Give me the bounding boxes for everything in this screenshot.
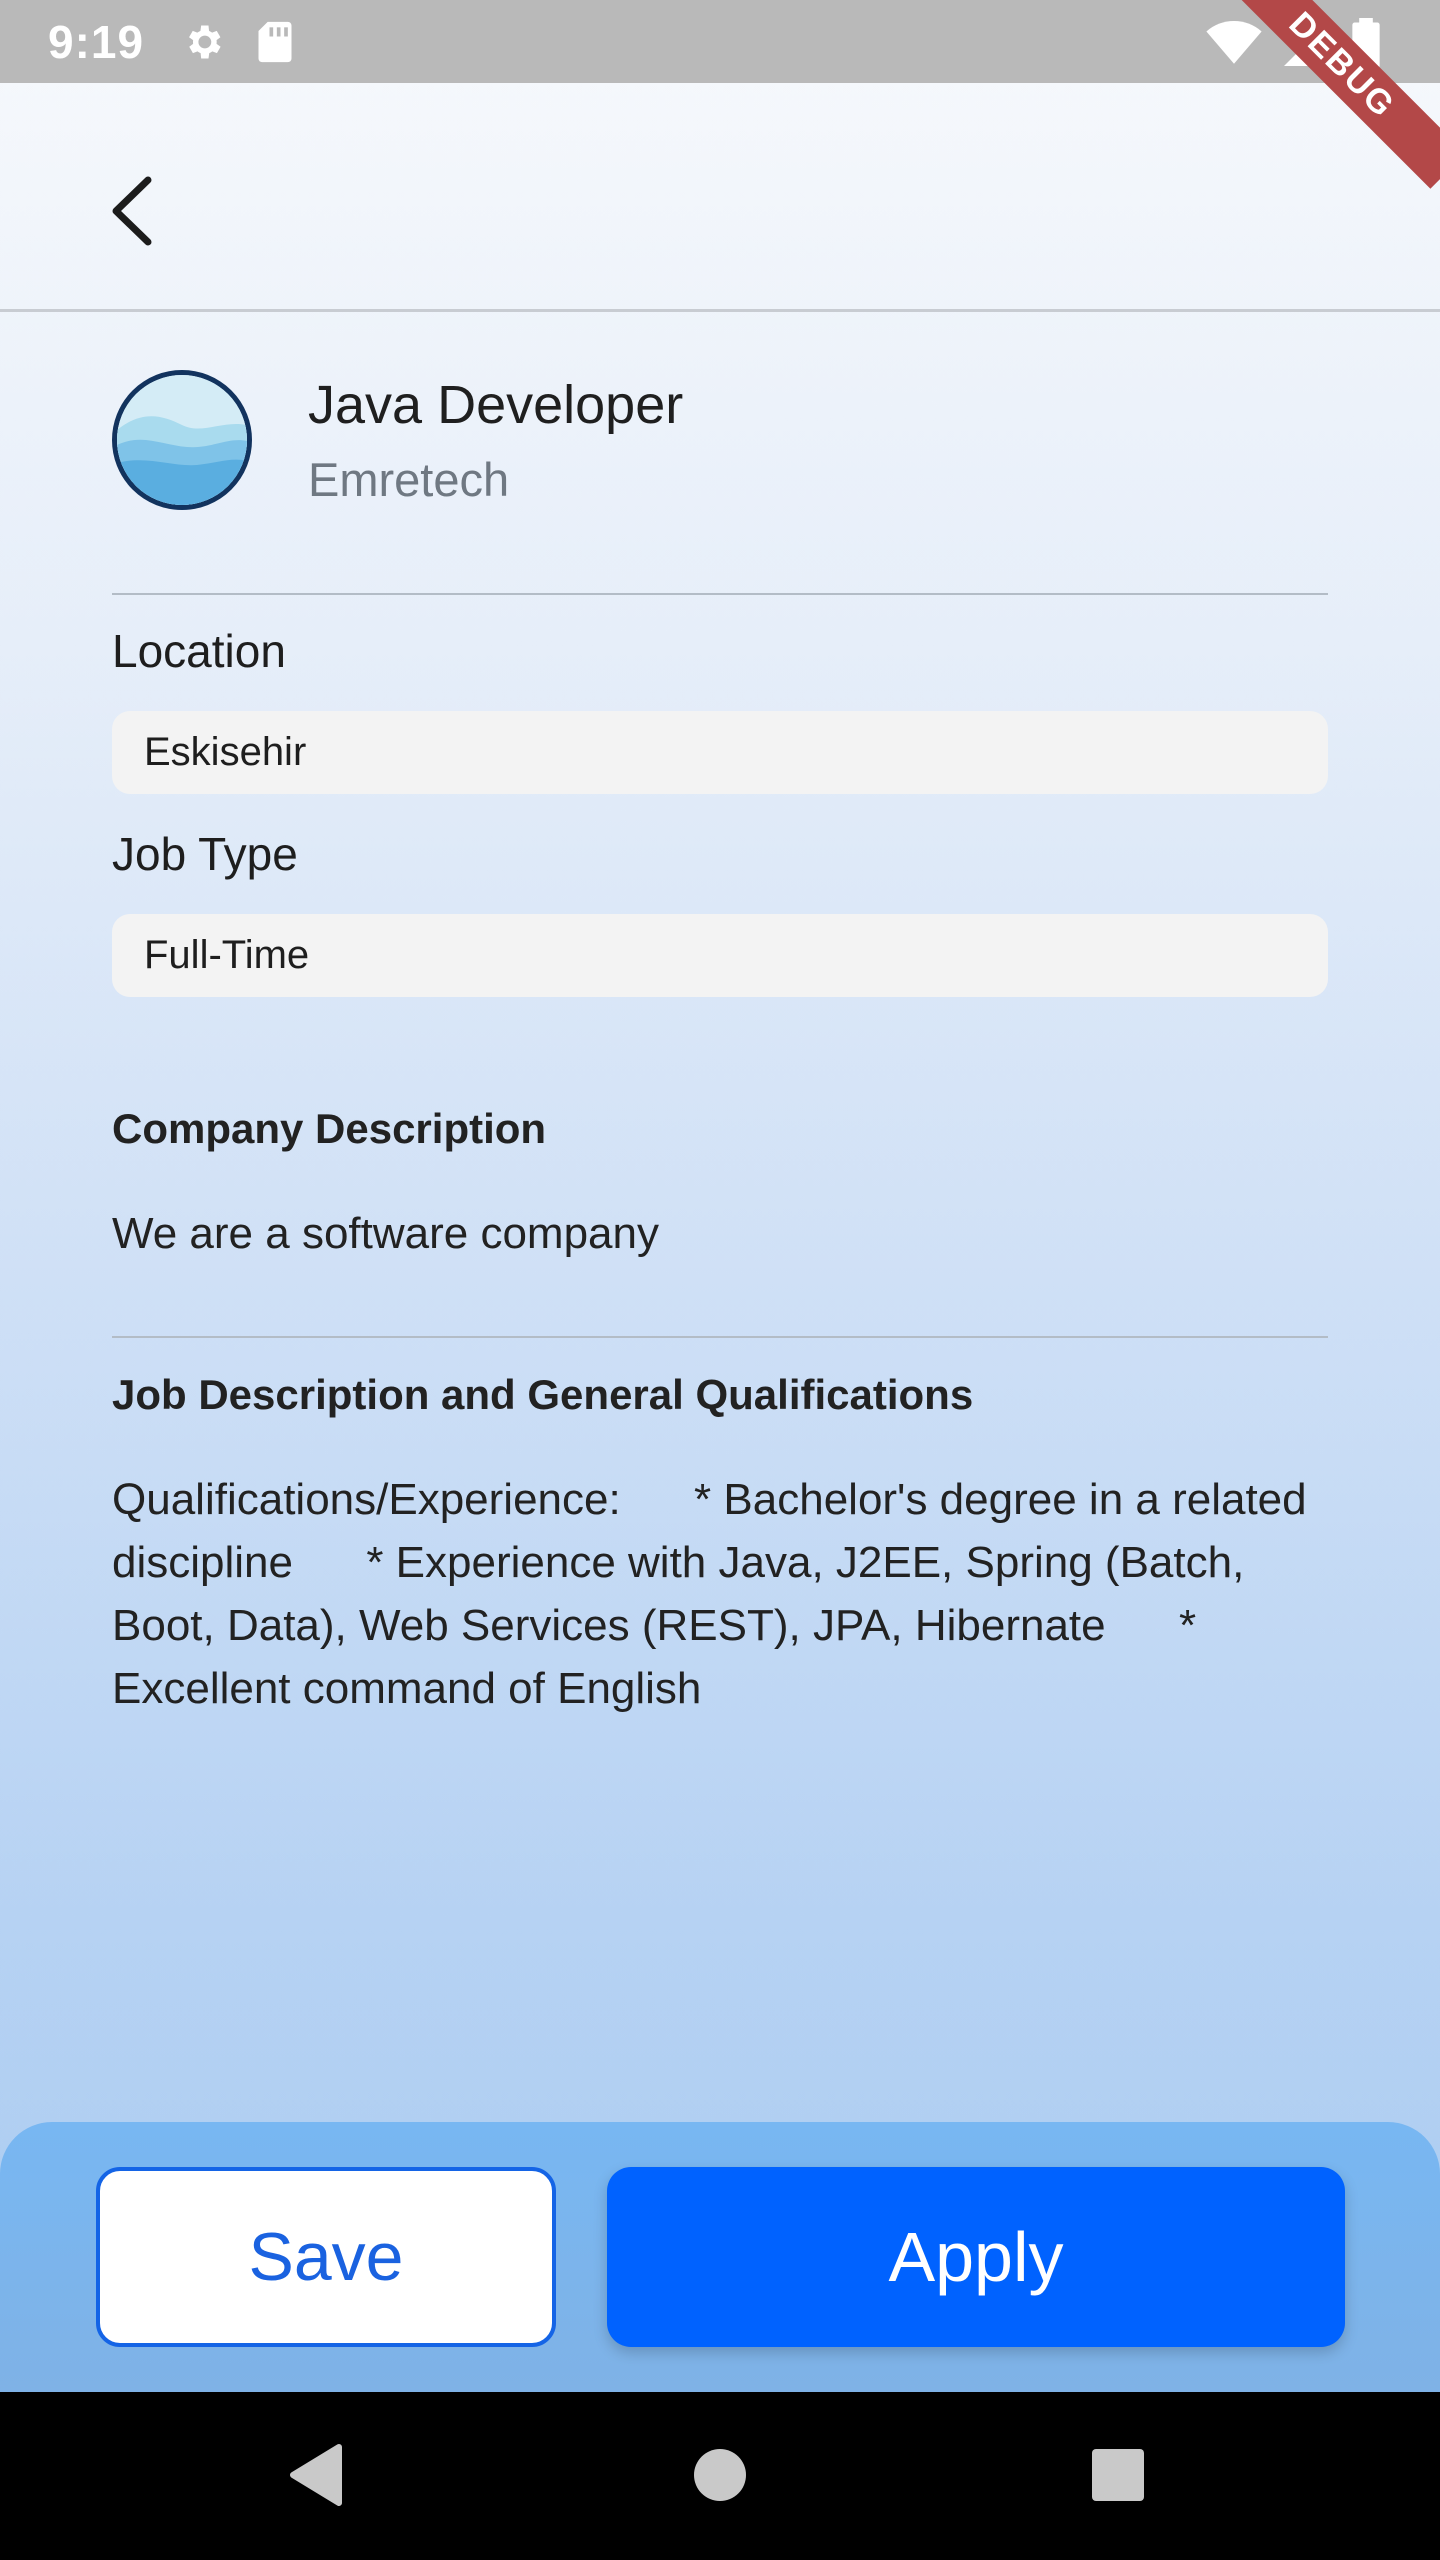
location-label: Location [112,625,286,677]
company-description-title: Company Description [112,1105,547,1152]
back-button[interactable] [96,173,166,253]
recents-square-icon [1090,2447,1146,2508]
status-bar: 9:19 [0,0,1440,83]
home-circle-icon [692,2447,748,2508]
nav-home-button[interactable] [675,2432,765,2522]
gear-icon [180,19,226,65]
status-time: 9:19 [48,15,145,68]
job-type-field: Full-Time [112,914,1328,997]
company-description-text: We are a software company [112,1209,659,1258]
section-divider [112,1336,1328,1338]
system-nav-bar [0,2392,1440,2560]
apply-button[interactable]: Apply [607,2167,1345,2347]
job-title: Java Developer [308,375,684,435]
save-button[interactable]: Save [96,2167,556,2347]
job-description-text: Qualifications/Experience: * Bachelor's … [112,1475,1319,1713]
company-logo [112,370,252,510]
sd-card-icon [252,19,298,65]
wifi-icon [1206,20,1262,71]
nav-back-button[interactable] [272,2432,362,2522]
back-triangle-icon [287,2443,347,2512]
header-divider [112,593,1328,595]
job-type-label: Job Type [112,828,298,880]
app-bar [0,83,1440,312]
nav-recents-button[interactable] [1073,2432,1163,2522]
wave-logo-icon [117,375,247,505]
location-field: Eskisehir [112,711,1328,794]
job-description-title: Job Description and General Qualificatio… [112,1371,974,1418]
company-name: Emretech [308,453,510,506]
chevron-left-icon [106,174,156,253]
